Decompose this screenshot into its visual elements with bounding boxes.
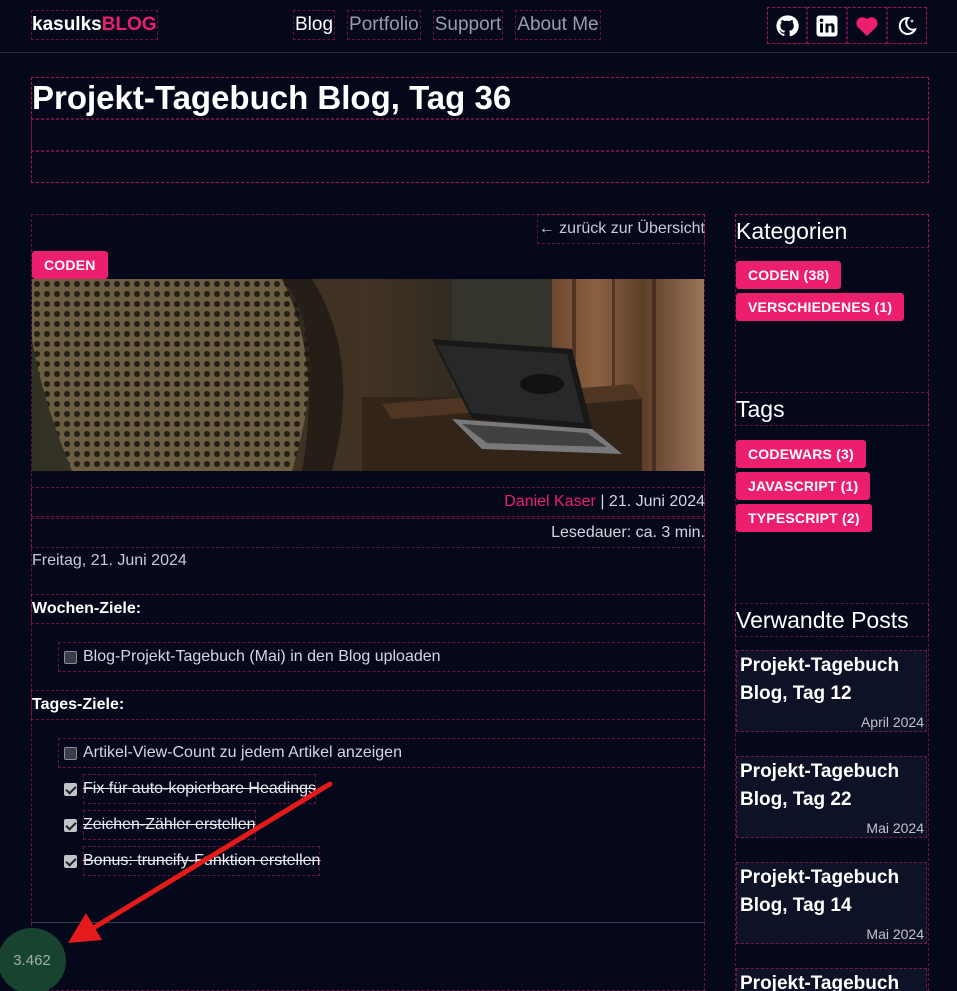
- author-link[interactable]: Daniel Kaser: [504, 493, 596, 510]
- social-icons: [767, 7, 927, 44]
- title-spacer: [31, 119, 929, 151]
- post-hero-image: [32, 279, 704, 471]
- heart-icon[interactable]: [847, 7, 887, 44]
- page-title: Projekt-Tagebuch Blog, Tag 36: [31, 77, 929, 119]
- site-header: kasulksBLOG Blog Portfolio Support About…: [0, 0, 957, 53]
- back-to-overview-link[interactable]: ← zurück zur Übersicht: [536, 214, 705, 244]
- related-post-card[interactable]: Projekt-Tagebuch Blog, Tag 12 April 2024: [736, 650, 927, 732]
- day-goals-heading: Tages-Ziele:: [31, 690, 705, 720]
- task-label: Zeichen-Zähler erstellen: [83, 810, 256, 840]
- related-posts-heading: Verwandte Posts: [735, 603, 929, 637]
- post-day-line: Freitag, 21. Juni 2024: [32, 552, 187, 569]
- related-post-title: Projekt-Tagebuch: [740, 973, 900, 991]
- categories-heading: Kategorien: [735, 214, 929, 248]
- related-post-date: Mai 2024: [866, 926, 924, 942]
- nav-about-me[interactable]: About Me: [515, 10, 601, 40]
- post-content: ← zurück zur Übersicht CODEN Daniel Kase…: [31, 214, 705, 991]
- task-item: Bonus: truncify-Funktion erstellen: [58, 846, 705, 876]
- sidebar: Kategorien CODEN (38) VERSCHIEDENES (1) …: [735, 214, 929, 991]
- post-date-meta: 21. Juni 2024: [608, 493, 705, 510]
- task-checkbox[interactable]: [64, 782, 77, 796]
- tags-heading: Tags: [735, 392, 929, 426]
- related-post-title: Projekt-Tagebuch Blog, Tag 14: [740, 867, 900, 916]
- task-item: Zeichen-Zähler erstellen: [58, 810, 705, 840]
- nav-portfolio[interactable]: Portfolio: [347, 10, 421, 40]
- tag-chip[interactable]: CODEWARS (3): [736, 440, 866, 468]
- related-post-card[interactable]: Projekt-Tagebuch: [736, 968, 927, 991]
- task-item: Blog-Projekt-Tagebuch (Mai) in den Blog …: [58, 642, 705, 672]
- related-post-date: Mai 2024: [866, 820, 924, 836]
- nav-support[interactable]: Support: [432, 10, 504, 40]
- meta-divider: |: [600, 493, 609, 510]
- theme-toggle-icon[interactable]: [887, 7, 927, 44]
- post-title-box: Projekt-Tagebuch Blog, Tag 36: [31, 77, 929, 183]
- task-checkbox[interactable]: [64, 746, 77, 760]
- tag-chip[interactable]: TYPESCRIPT (2): [736, 504, 872, 532]
- task-label: Fix für auto-kopierbare Headings: [83, 774, 317, 804]
- related-post-title: Projekt-Tagebuch Blog, Tag 22: [740, 761, 900, 810]
- task-item: Artikel-View-Count zu jedem Artikel anze…: [58, 738, 705, 768]
- task-label: Blog-Projekt-Tagebuch (Mai) in den Blog …: [83, 648, 441, 665]
- week-goals-heading: Wochen-Ziele:: [31, 594, 705, 624]
- related-post-card[interactable]: Projekt-Tagebuch Blog, Tag 14 Mai 2024: [736, 862, 927, 944]
- logo-brand: kasulks: [32, 14, 102, 35]
- view-counter-badge: 3.462: [0, 928, 66, 991]
- post-meta: Daniel Kaser | 21. Juni 2024: [31, 487, 705, 517]
- category-chip[interactable]: CODEN (38): [736, 261, 842, 289]
- site-logo[interactable]: kasulksBLOG: [31, 10, 158, 40]
- task-checkbox[interactable]: [64, 818, 77, 832]
- reading-time: Lesedauer: ca. 3 min.: [31, 518, 705, 548]
- task-item: Fix für auto-kopierbare Headings: [58, 774, 705, 804]
- category-list: CODEN (38) VERSCHIEDENES (1): [735, 261, 929, 321]
- tag-chip[interactable]: JAVASCRIPT (1): [736, 472, 871, 500]
- github-icon[interactable]: [767, 7, 807, 44]
- linkedin-icon[interactable]: [807, 7, 847, 44]
- logo-suffix: BLOG: [101, 14, 157, 35]
- related-post-card[interactable]: Projekt-Tagebuch Blog, Tag 22 Mai 2024: [736, 756, 927, 838]
- task-checkbox[interactable]: [64, 650, 77, 664]
- content-divider: [31, 922, 705, 923]
- related-post-title: Projekt-Tagebuch Blog, Tag 12: [740, 655, 900, 704]
- related-post-date: April 2024: [860, 714, 924, 730]
- task-label: Artikel-View-Count zu jedem Artikel anze…: [83, 744, 402, 761]
- category-chip[interactable]: VERSCHIEDENES (1): [736, 293, 905, 321]
- nav-blog[interactable]: Blog: [293, 10, 336, 40]
- task-checkbox[interactable]: [64, 854, 77, 868]
- tag-list: CODEWARS (3) JAVASCRIPT (1) TYPESCRIPT (…: [735, 440, 872, 532]
- category-badge[interactable]: CODEN: [32, 251, 108, 279]
- task-label: Bonus: truncify-Funktion erstellen: [83, 846, 321, 876]
- title-spacer: [31, 151, 929, 183]
- main-nav: Blog Portfolio Support About Me: [293, 10, 613, 40]
